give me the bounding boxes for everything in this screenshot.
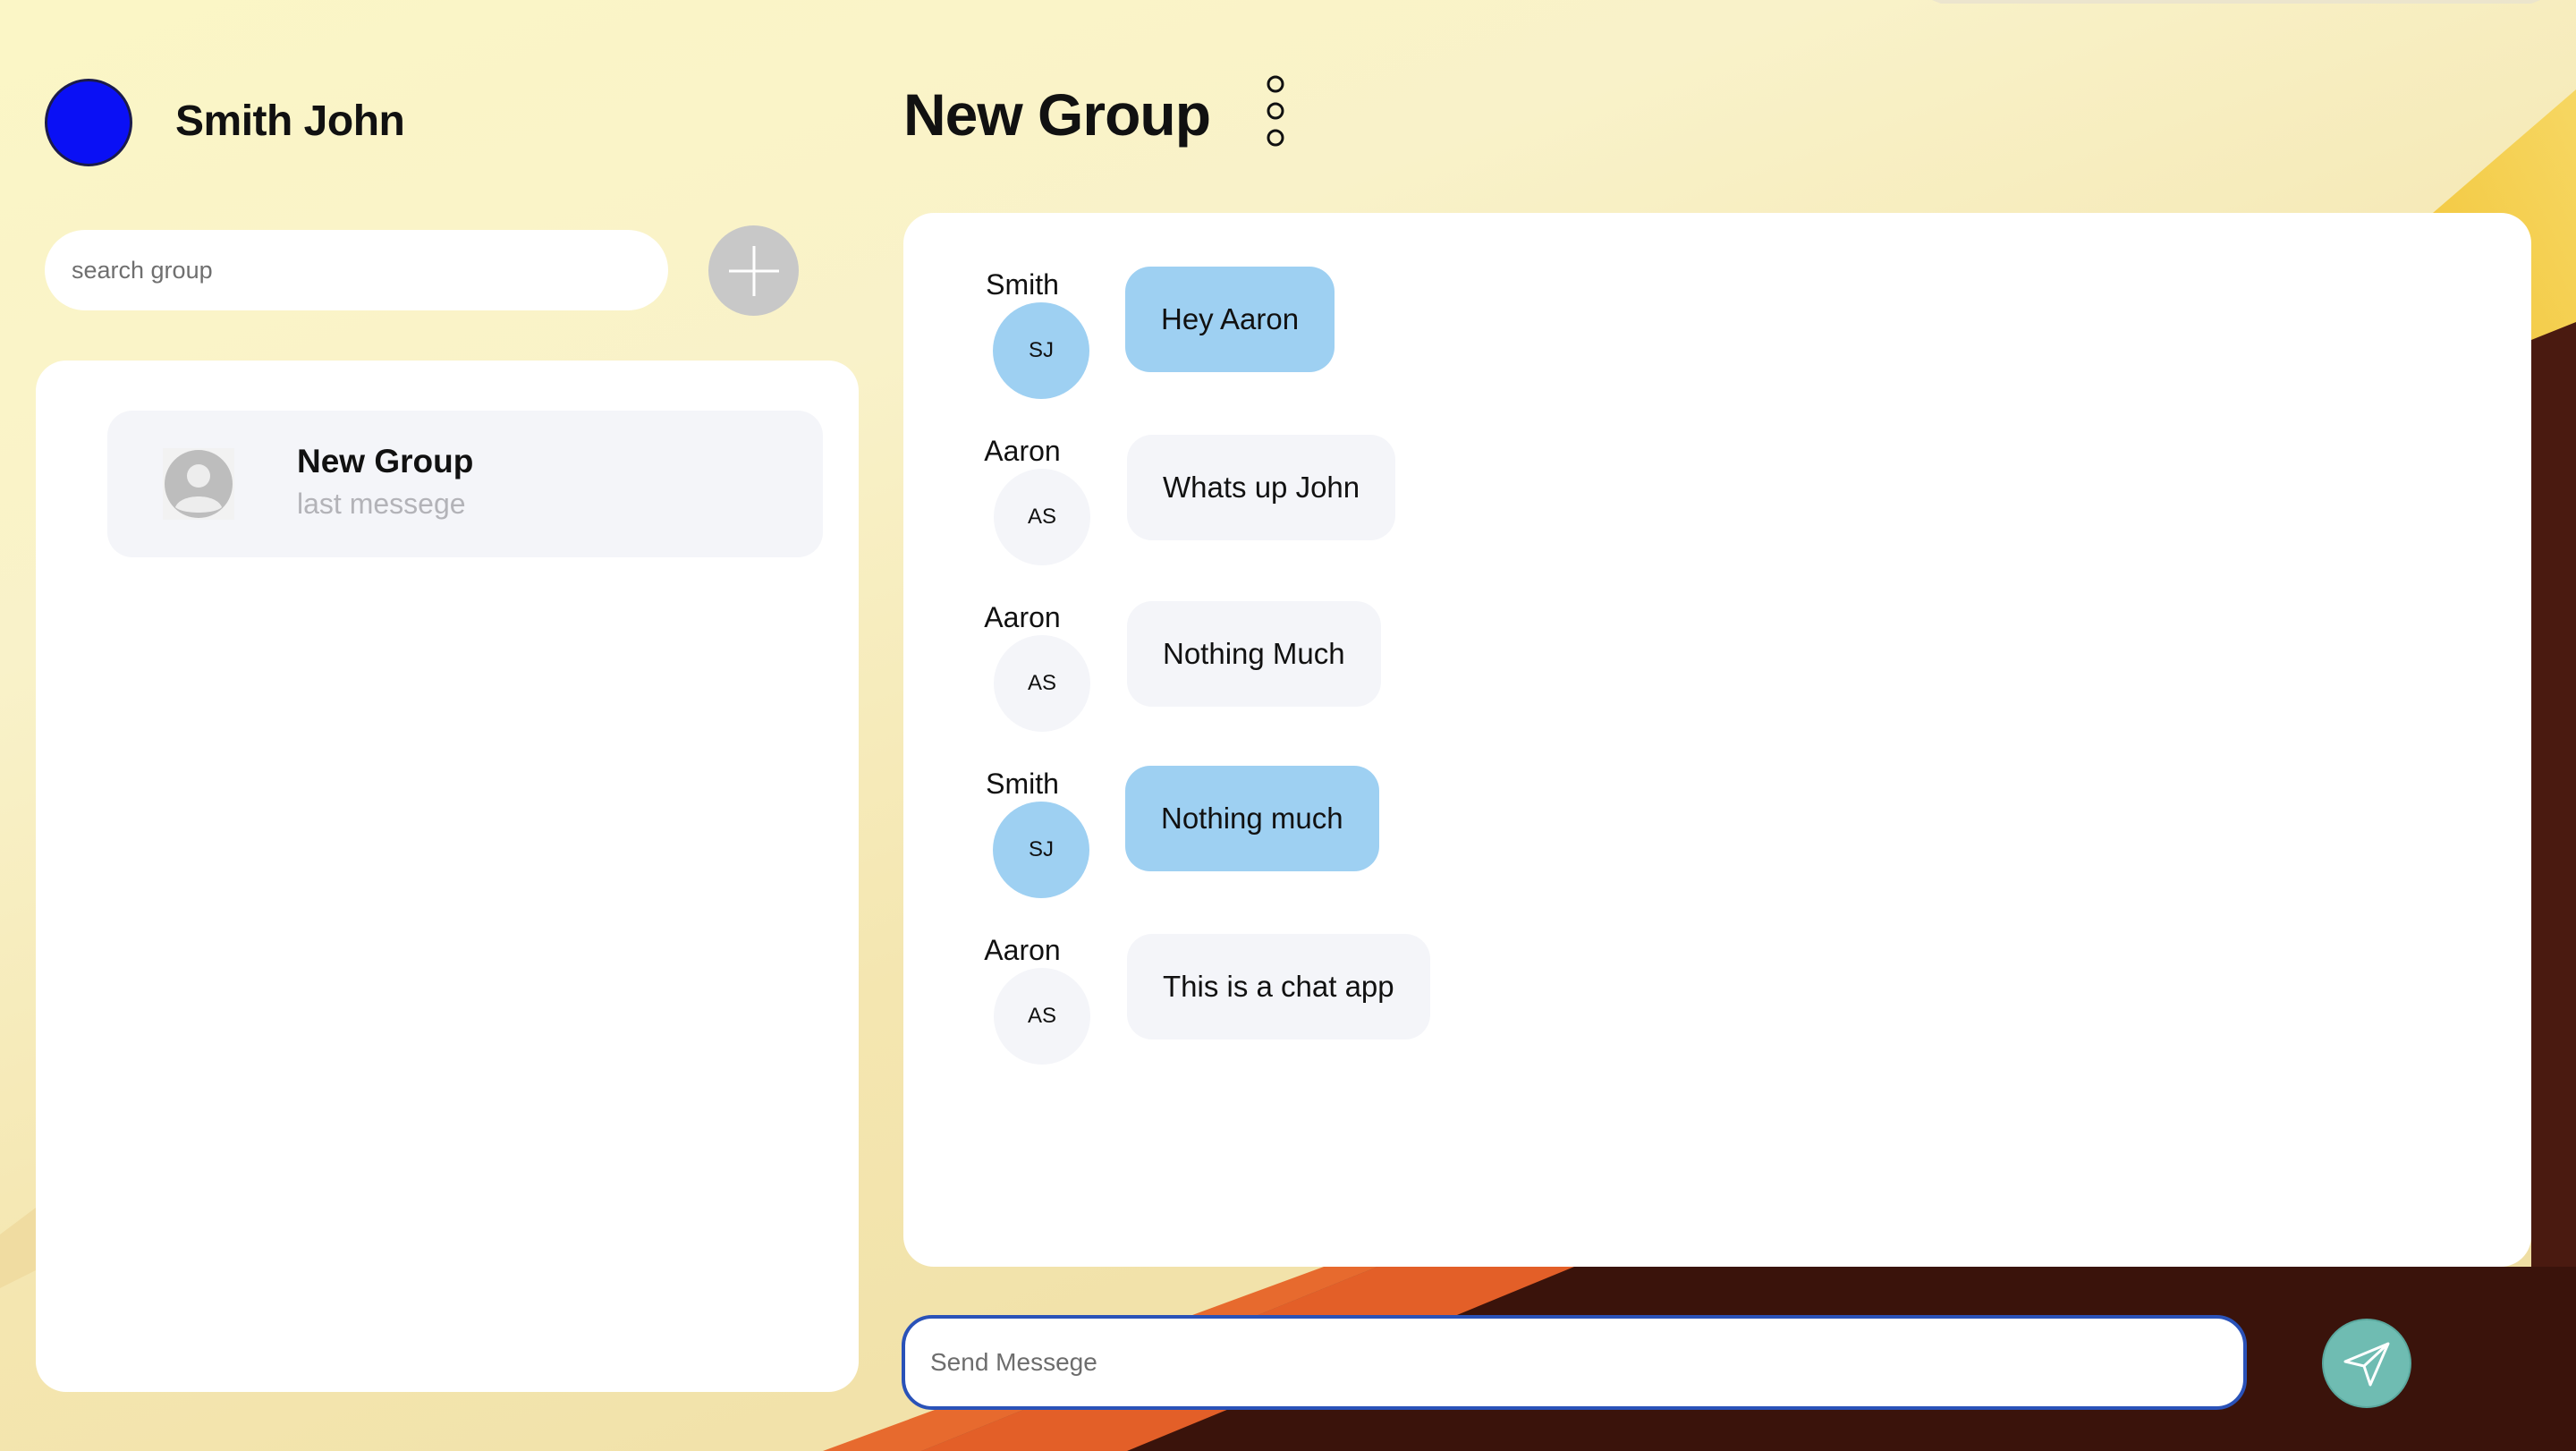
plus-icon <box>728 245 779 296</box>
send-message-input[interactable] <box>902 1315 2247 1410</box>
person-placeholder-icon <box>163 448 234 520</box>
sender-avatar: AS <box>994 635 1090 732</box>
message-sender: Aaron <box>984 601 1061 633</box>
vertical-dots-icon <box>1267 75 1284 147</box>
message-bubble: Whats up John <box>1127 435 1396 540</box>
sender-avatar: AS <box>994 469 1090 565</box>
chat-app: Smith John New Group last messege New Gr… <box>0 0 2576 1451</box>
user-name: Smith John <box>175 98 405 145</box>
message-bubble: Nothing much <box>1125 766 1379 871</box>
user-avatar[interactable] <box>45 79 132 166</box>
message-row: Aaron AS This is a chat app <box>903 934 1977 1086</box>
paper-plane-icon <box>2343 1342 2390 1387</box>
sender-avatar: SJ <box>993 802 1089 898</box>
message-sender: Aaron <box>984 934 1061 966</box>
message-bubble: Hey Aaron <box>1125 267 1335 372</box>
search-group-input[interactable] <box>45 230 668 310</box>
message-sender: Aaron <box>984 435 1061 467</box>
send-button[interactable] <box>2322 1319 2411 1408</box>
chat-messages-panel: Smith SJ Hey Aaron Aaron AS Whats up Joh… <box>903 213 2531 1267</box>
message-sender: Smith <box>986 768 1059 800</box>
message-bubble: This is a chat app <box>1127 934 1430 1039</box>
options-button[interactable] <box>1258 72 1293 152</box>
group-last-message: last messege <box>297 488 466 520</box>
message-bubble: Nothing Much <box>1127 601 1381 707</box>
add-group-button[interactable] <box>708 225 799 316</box>
message-row: Smith SJ Hey Aaron <box>903 267 1977 420</box>
message-sender: Smith <box>986 268 1059 301</box>
chat-title: New Group <box>903 81 1211 148</box>
group-list-item[interactable]: New Group last messege <box>107 411 823 557</box>
group-list-panel: New Group last messege <box>36 361 859 1392</box>
message-row: Aaron AS Nothing Much <box>903 601 1977 753</box>
sender-avatar: AS <box>994 968 1090 1065</box>
message-row: Aaron AS Whats up John <box>903 435 1977 587</box>
message-row: Smith SJ Nothing much <box>903 766 1977 920</box>
sender-avatar: SJ <box>993 302 1089 399</box>
group-name: New Group <box>297 443 474 479</box>
